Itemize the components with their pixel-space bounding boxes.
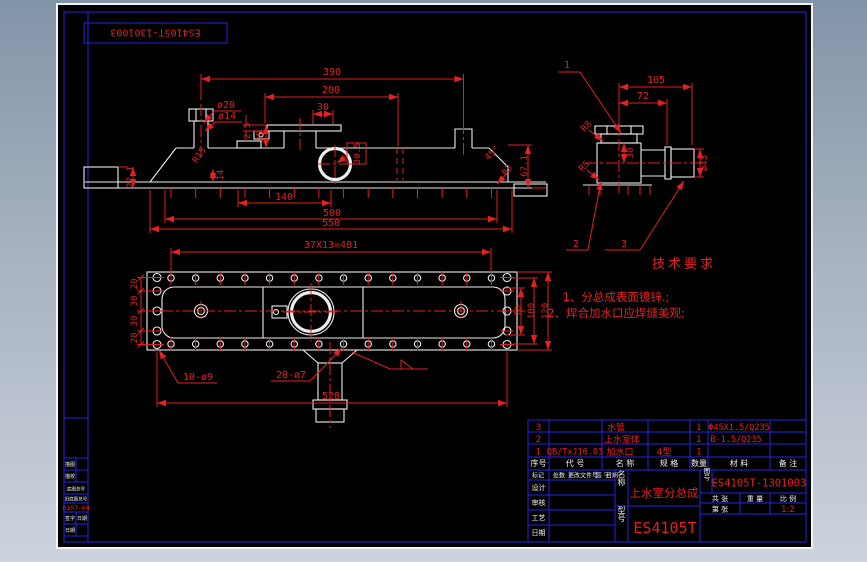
balloon-1: 1	[564, 60, 570, 71]
dim-plan-70: 70	[514, 306, 524, 317]
balloon-2: 2	[573, 239, 579, 250]
dim-end-72: 72	[637, 91, 649, 102]
svg-text:QB/TxJ16.03: QB/TxJ16.03	[547, 448, 603, 458]
bom-header-qty: 数量	[691, 458, 707, 468]
dim-plan-pitch: 37X13=481	[304, 240, 358, 251]
dim-end-105: 105	[647, 75, 665, 86]
bom-header-material: 材 料	[730, 458, 749, 468]
svg-text:B-1.5/Q235: B-1.5/Q235	[710, 435, 761, 445]
svg-text:4型: 4型	[657, 447, 672, 458]
svg-text:1: 1	[696, 448, 702, 458]
svg-text:加水口: 加水口	[606, 446, 633, 458]
bom-header-no: 序号	[531, 458, 547, 468]
dim-front-200: 200	[322, 85, 340, 96]
dim-plan-30b: 30	[130, 316, 140, 327]
dim-front-dia14: ø14	[218, 111, 236, 122]
bom-row: 1	[536, 448, 542, 458]
product-name: 上水室分总成	[630, 486, 699, 500]
dim-front-25: 25	[256, 131, 266, 142]
tech-req-item-1: 1、分总成表面镀锌.;	[563, 290, 670, 304]
dim-plan-20a: 20	[130, 279, 140, 290]
dim-plan-20b: 20	[130, 333, 140, 344]
svg-text:1: 1	[696, 423, 702, 433]
product-model: ES4105T	[633, 519, 696, 537]
dim-front-140: 140	[275, 192, 293, 203]
strip-row-5-r: 日期	[77, 516, 87, 522]
strip-row-6-l: 日期	[65, 528, 75, 534]
cad-drawing-canvas[interactable]: ES4105T-1301003 390 200 30 ø20 ø14 2.5 2…	[0, 0, 867, 562]
dim-front-14: 14	[216, 170, 226, 181]
approval-check: 审核	[532, 498, 546, 507]
label-holes-28-d7: 28-ø7	[276, 370, 306, 381]
bom-header-spec: 规 格	[660, 458, 679, 468]
dim-end-30: 30	[626, 148, 636, 159]
dim-front-30: 30	[317, 102, 329, 113]
revision-col-doc: 更改文件号	[568, 472, 598, 480]
strip-row-2-l: 底图总号	[67, 486, 85, 493]
dim-front-27-1: 27.1	[126, 166, 136, 188]
sheet-no-label: 第 张	[712, 505, 728, 514]
svg-text:1: 1	[696, 435, 702, 445]
strip-row-1-l: 描校	[65, 473, 75, 480]
label-holes-10-d9: 10-ø9	[183, 372, 213, 383]
weight-label: 重 量	[747, 495, 763, 503]
corner-stamp-drawing-no: ES4105T-1301003	[110, 27, 200, 38]
dim-plan-528: 528	[322, 391, 340, 402]
dwg-no-label: 图号	[702, 467, 710, 482]
strip-row-4-l: 0107-04	[62, 504, 89, 512]
dim-front-67-1: 67.1	[520, 155, 530, 177]
dim-front-30-5: 30.5	[353, 143, 363, 165]
drawing-number: ES4105T-1301003	[712, 478, 807, 490]
dim-plan-100: 100	[527, 303, 537, 319]
dim-front-390: 390	[323, 67, 341, 78]
approval-date: 日期	[532, 529, 546, 537]
bom-header-note: 备 注	[779, 458, 798, 468]
cad-workspace: ES4105T-1301003 390 200 30 ø20 ø14 2.5 2…	[0, 0, 867, 562]
bom-row: 2	[536, 435, 542, 445]
strip-row-0-l: 描图	[65, 461, 75, 468]
bom-header-code: 代 号	[566, 458, 585, 468]
dim-end-dia45: ø45	[700, 155, 710, 171]
model-label: 型号	[617, 506, 626, 523]
balloon-3: 3	[621, 239, 627, 250]
tech-req-title: 技术要求	[652, 257, 716, 272]
dim-plan-30a: 30	[130, 296, 140, 307]
svg-text:上水室体: 上水室体	[604, 434, 640, 446]
scale-label: 比 例	[780, 494, 796, 503]
strip-row-3-l: 旧底图总号	[65, 496, 88, 503]
strip-row-5-l: 签字	[65, 515, 75, 522]
approval-design: 设计	[532, 483, 546, 492]
dim-front-dia20: ø20	[217, 100, 235, 111]
svg-text:水管: 水管	[607, 422, 625, 434]
scale-value: 1:2	[781, 505, 795, 515]
bom-header-name: 名 称	[616, 458, 635, 468]
tech-req-item-2: 2、焊合加水口应焊缝美观;	[547, 306, 685, 320]
sheets-total-label: 共 张	[712, 494, 728, 503]
revision-col-count: 处数	[553, 472, 565, 480]
name-label: 名称	[617, 469, 626, 487]
approval-process: 工艺	[532, 514, 546, 522]
revision-col-mark: 标记	[532, 472, 544, 480]
svg-text:Φ45X1.5/Q235: Φ45X1.5/Q235	[708, 423, 769, 433]
dim-front-550: 550	[322, 218, 340, 229]
bom-row: 3	[536, 423, 542, 433]
dim-front-2-5: 2.5	[243, 123, 253, 139]
